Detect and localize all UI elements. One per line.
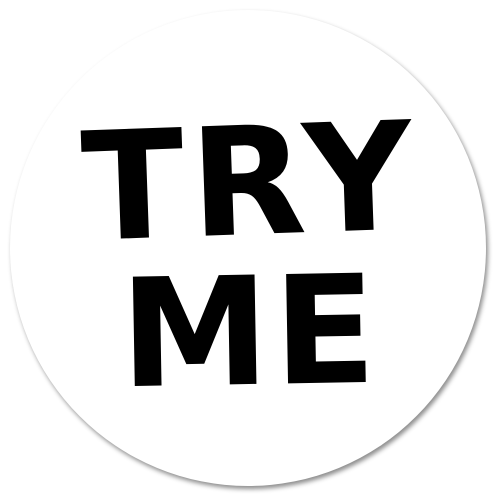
sticker-text-line-1: TRY: [78, 90, 422, 276]
sticker-text-line-2: ME: [118, 243, 382, 423]
canvas: TRY ME: [0, 0, 500, 500]
